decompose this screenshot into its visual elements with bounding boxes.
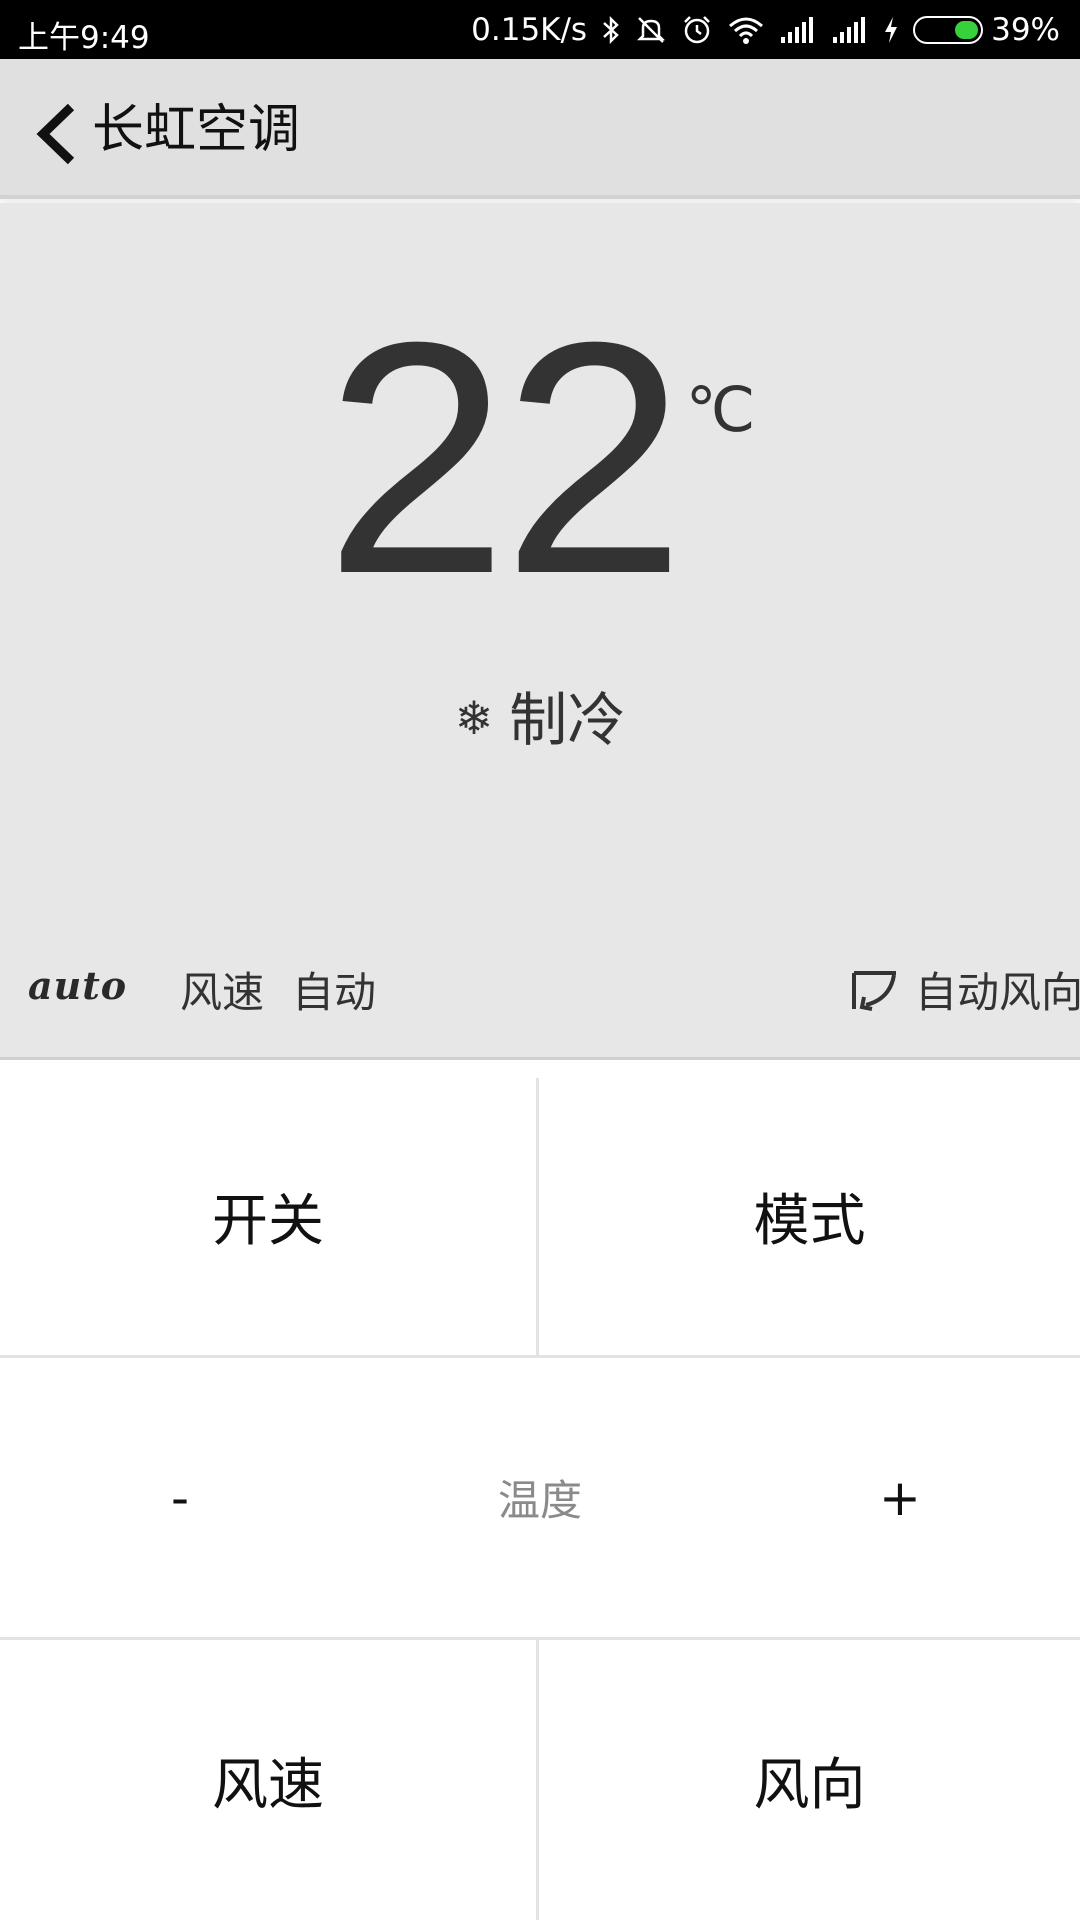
fan-direction-button[interactable]: 风向 — [539, 1640, 1080, 1920]
mode-button[interactable]: 模式 — [539, 1078, 1080, 1355]
charging-icon — [883, 15, 899, 45]
status-display: 22℃ ❄ 制冷 auto 风速 自动 自动风向 — [0, 203, 1080, 1060]
fan-speed-value: 自动 — [292, 968, 377, 1017]
status-icons: 0.15K/s 39% — [471, 0, 1060, 59]
remote-controls: 开关 模式 - 温度 + 风速 风向 — [0, 1078, 1080, 1920]
mode-button-label: 模式 — [753, 1189, 866, 1254]
swing-label: 自动风向 — [915, 968, 1080, 1017]
battery-icon — [913, 15, 984, 44]
temperature-control-row: - 温度 + — [0, 1358, 1080, 1640]
fan-direction-button-label: 风向 — [753, 1752, 866, 1818]
mode-indicator: ❄ 制冷 — [0, 673, 1080, 757]
power-button[interactable]: 开关 — [0, 1078, 539, 1355]
temperature-increase-button[interactable]: + — [860, 1358, 940, 1637]
signal-icon — [779, 15, 817, 45]
controls-row: 风速 风向 — [0, 1640, 1080, 1920]
auto-logo: auto — [28, 963, 128, 1008]
battery-level — [954, 20, 979, 39]
status-time: 上午9:49 — [18, 20, 150, 56]
fan-speed-button-label: 风速 — [212, 1752, 324, 1818]
status-bar: 上午9:49 0.15K/s 39% — [0, 0, 1080, 59]
chevron-left-icon — [36, 103, 75, 165]
temperature-value: 22 — [324, 273, 686, 642]
mute-icon — [635, 14, 667, 46]
minus-label: - — [170, 1468, 190, 1527]
wifi-icon — [727, 15, 765, 45]
controls-row: 开关 模式 — [0, 1078, 1080, 1358]
back-button[interactable] — [28, 99, 84, 169]
page-title: 长虹空调 — [92, 100, 301, 160]
temperature-decrease-button[interactable]: - — [140, 1358, 220, 1637]
snowflake-icon: ❄ — [454, 691, 494, 745]
power-button-label: 开关 — [212, 1189, 324, 1254]
temperature-readout: 22℃ — [0, 293, 1080, 623]
temperature-unit: ℃ — [685, 373, 756, 446]
fan-speed-label: 风速 — [180, 968, 265, 1017]
signal-icon — [831, 15, 869, 45]
mode-label: 制冷 — [509, 686, 626, 754]
fan-speed-button[interactable]: 风速 — [0, 1640, 539, 1920]
bluetooth-icon — [601, 15, 621, 45]
app-header: 长虹空调 — [0, 59, 1080, 199]
battery-percent: 39% — [991, 11, 1060, 48]
alarm-icon — [681, 14, 713, 46]
plus-label: + — [879, 1468, 921, 1527]
swing-icon — [850, 965, 900, 1019]
temperature-label: 温度 — [497, 1476, 582, 1525]
fan-status-row: auto 风速 自动 自动风向 — [0, 951, 1080, 1021]
network-speed: 0.15K/s — [471, 11, 588, 48]
